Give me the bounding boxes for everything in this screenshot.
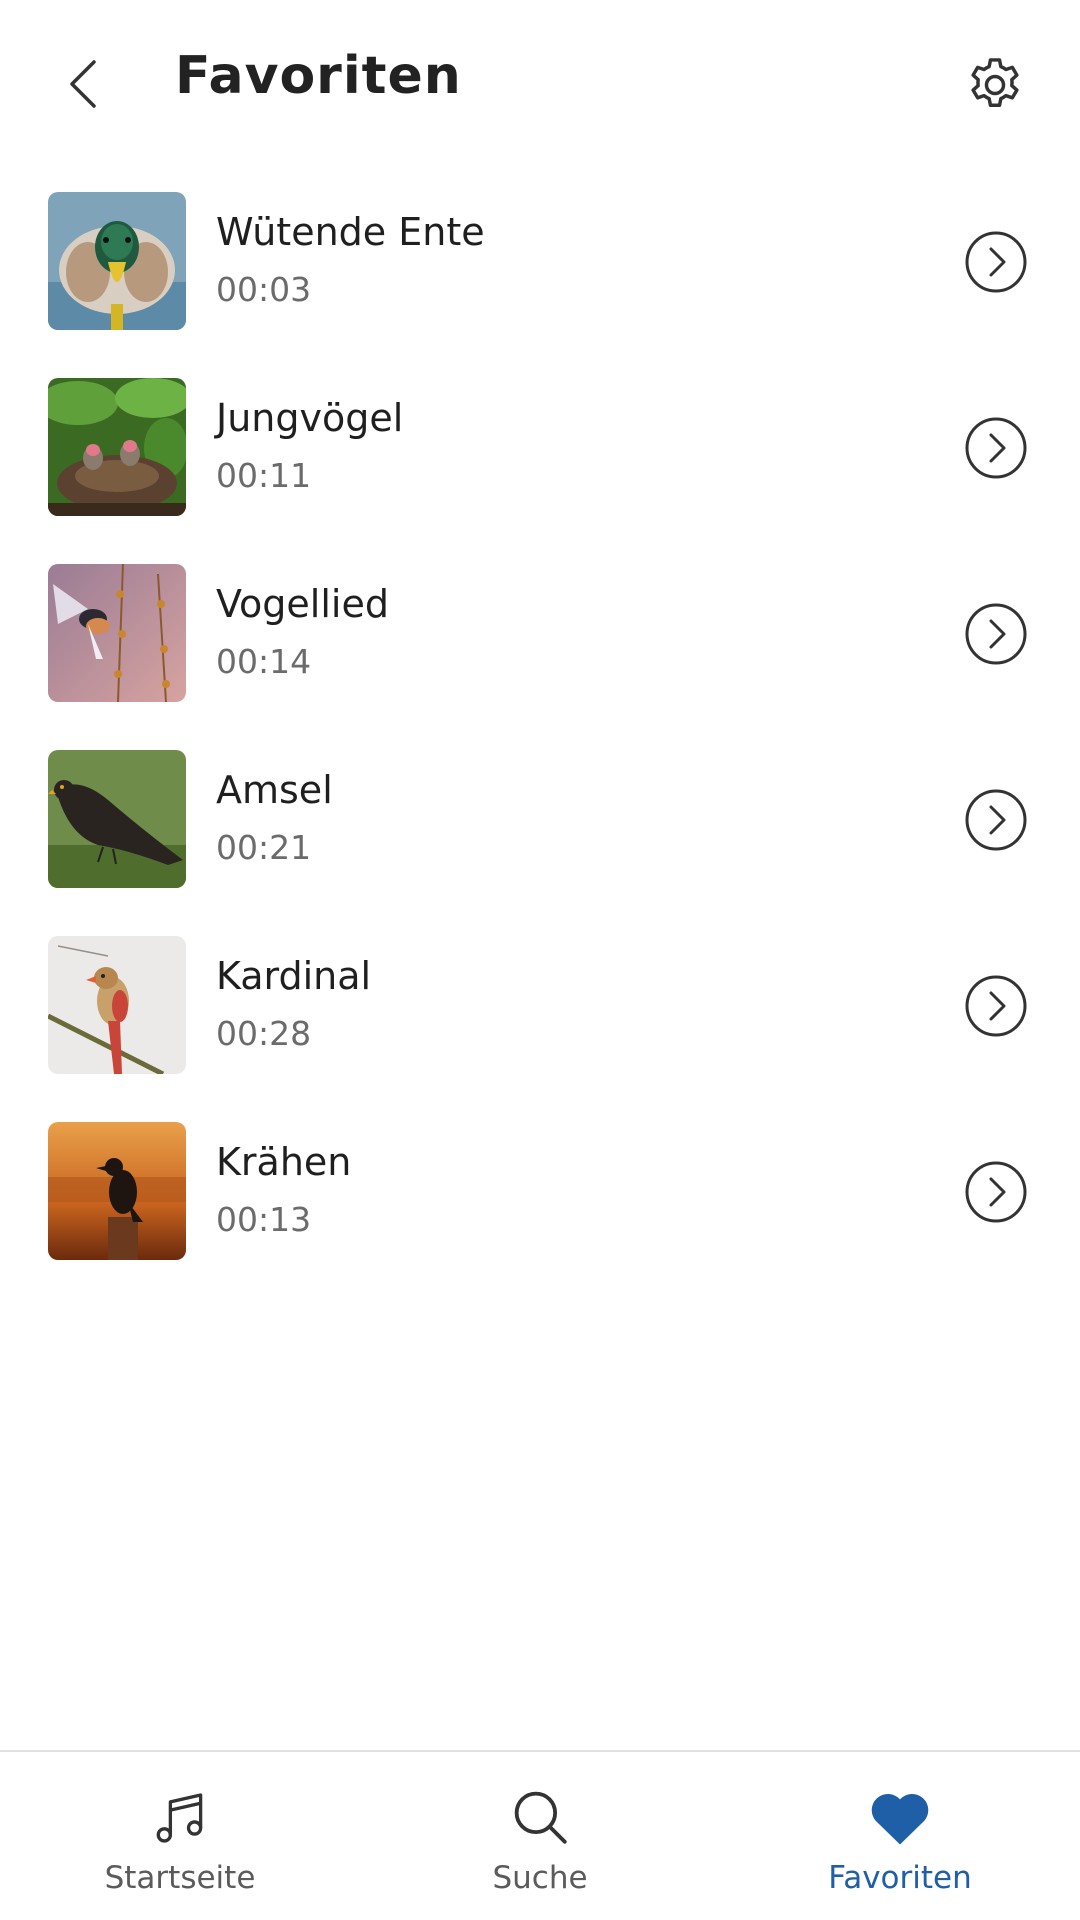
chevron-left-icon [70,60,96,108]
nav-label: Startseite [104,1860,256,1896]
list-item[interactable]: Kardinal 00:28 [0,936,1080,1122]
item-title: Wütende Ente [216,210,485,254]
blackbird-thumbnail [48,750,186,888]
gear-icon [971,58,1019,107]
nav-label: Suche [492,1860,588,1896]
settings-button[interactable] [960,50,1030,120]
item-duration: 00:21 [216,828,312,867]
nav-item-suche[interactable]: Suche [360,1752,720,1920]
chevron-right-circle-icon[interactable] [964,974,1028,1038]
item-duration: 00:11 [216,456,312,495]
search-icon [514,1791,567,1844]
top-bar: Favoriten [0,0,1080,165]
heart-icon [871,1793,929,1845]
bottom-navigation: Startseite Suche Favoriten [0,1750,1080,1920]
nav-label: Favoriten [828,1860,972,1896]
page-title: Favoriten [175,46,462,106]
chevron-right-circle-icon[interactable] [964,230,1028,294]
list-item[interactable]: Wütende Ente 00:03 [0,192,1080,378]
list-item[interactable]: Krähen 00:13 [0,1122,1080,1308]
list-item[interactable]: Amsel 00:21 [0,750,1080,936]
chevron-right-circle-icon[interactable] [964,788,1028,852]
chevron-right-circle-icon[interactable] [964,1160,1028,1224]
nav-item-startseite[interactable]: Startseite [0,1752,360,1920]
back-button[interactable] [52,48,116,120]
list-item[interactable]: Vogellied 00:14 [0,564,1080,750]
item-duration: 00:28 [216,1014,312,1053]
list-item[interactable]: Jungvögel 00:11 [0,378,1080,564]
chevron-right-circle-icon[interactable] [964,416,1028,480]
cardinal-thumbnail [48,936,186,1074]
item-title: Krähen [216,1140,352,1184]
item-title: Kardinal [216,954,372,998]
crow-thumbnail [48,1122,186,1260]
music-note-icon [156,1793,203,1843]
item-title: Vogellied [216,582,389,626]
item-duration: 00:13 [216,1200,312,1239]
songbird-thumbnail [48,564,186,702]
item-duration: 00:03 [216,270,312,309]
duck-thumbnail [48,192,186,330]
nav-item-favoriten[interactable]: Favoriten [720,1752,1080,1920]
chevron-right-circle-icon[interactable] [964,602,1028,666]
item-title: Jungvögel [216,396,404,440]
favorites-list: Wütende Ente 00:03 Jungvögel 00:11 Vogel… [0,192,1080,1308]
item-duration: 00:14 [216,642,312,681]
nestlings-thumbnail [48,378,186,516]
item-title: Amsel [216,768,333,812]
